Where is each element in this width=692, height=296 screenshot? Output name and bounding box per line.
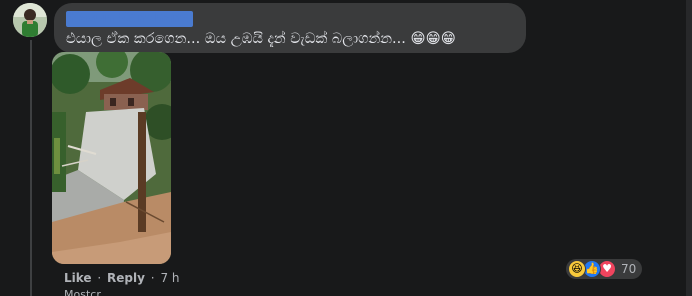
comment-bubble: Kasun Kanchana එයාල ඒක කරගෙන... ඔය උඹයි … (54, 3, 526, 53)
next-comment-preview: Mostcr ... (64, 288, 115, 296)
like-action[interactable]: Like (64, 271, 92, 285)
haha-icon: 😆 (568, 260, 586, 278)
reaction-summary[interactable]: 😆 👍 ♥ 70 (566, 259, 643, 279)
comment-timestamp[interactable]: 7 h (160, 271, 179, 285)
comment-photo[interactable] (52, 52, 171, 264)
reaction-count: 70 (621, 262, 637, 276)
comment-thread: Kasun Kanchana එයාල ඒක කරගෙන... ඔය උඹයි … (0, 0, 692, 296)
scroll-gutter (686, 0, 692, 296)
avatar[interactable] (13, 3, 47, 37)
action-separator: · (97, 271, 102, 285)
comment-author-name[interactable]: Kasun Kanchana (66, 11, 194, 27)
comment-actions: Like · Reply · 7 h (64, 270, 180, 286)
thread-connector-line (30, 40, 32, 296)
comment-text: එයාල ඒක කරගෙන... ඔය උඹයි දැන් වැඩක් බලාග… (66, 31, 456, 47)
reply-action[interactable]: Reply (107, 271, 145, 285)
time-separator: · (150, 271, 155, 285)
